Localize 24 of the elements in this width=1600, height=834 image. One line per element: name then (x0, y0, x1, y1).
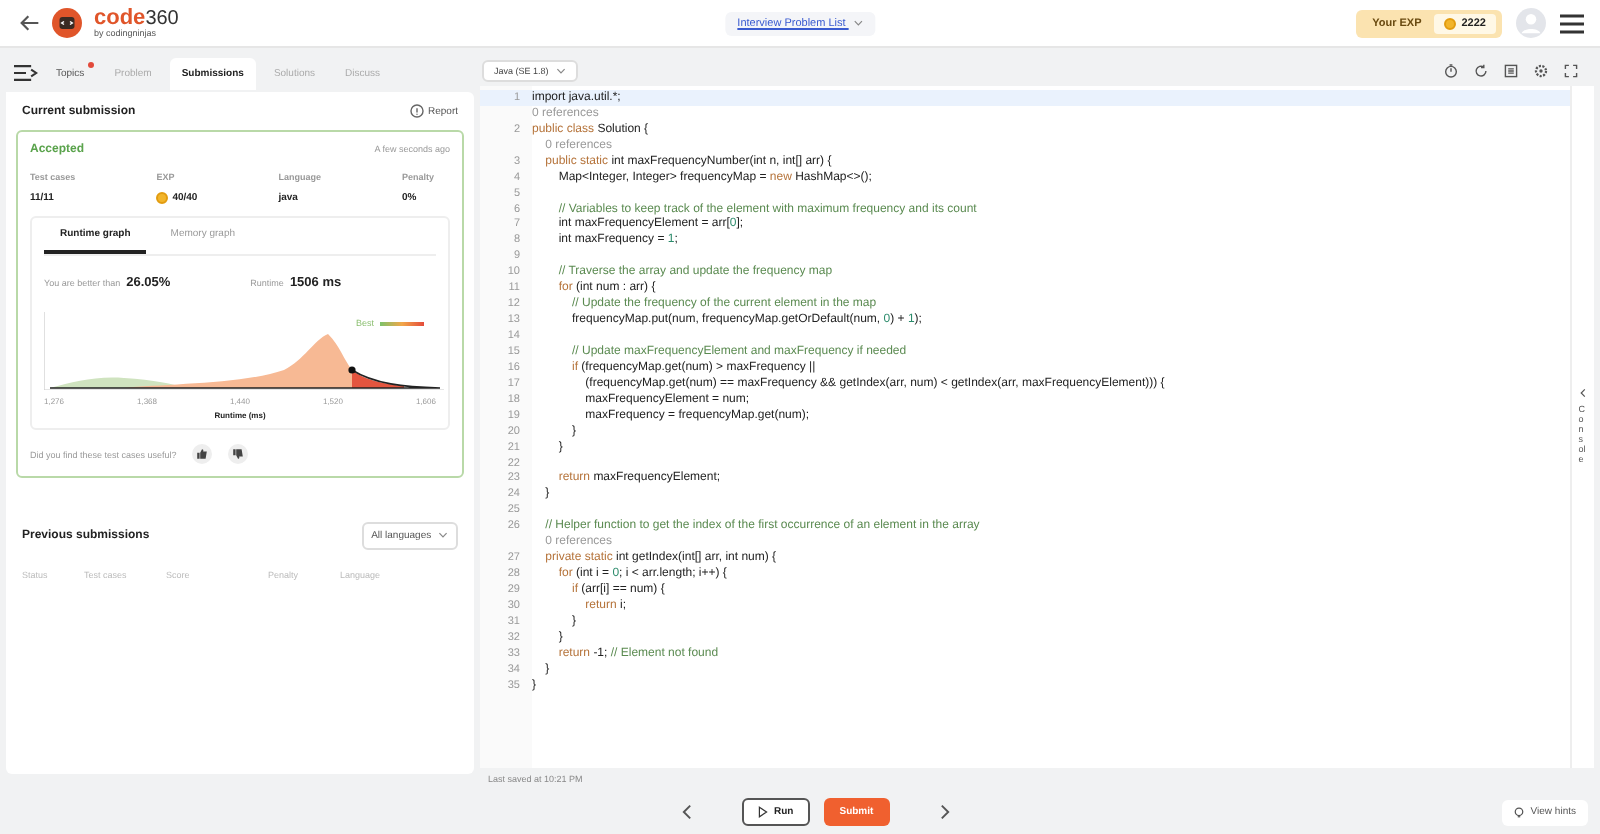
coin-icon (156, 192, 169, 204)
timer-icon[interactable] (1444, 63, 1458, 77)
logo-wordmark: code (94, 7, 146, 30)
logo-number: 360 (145, 9, 179, 30)
chevron-down-icon (852, 19, 863, 26)
notes-icon[interactable] (1504, 63, 1518, 77)
chevron-left-icon (1580, 388, 1586, 399)
lightbulb-icon (1514, 805, 1525, 819)
back-arrow-icon[interactable] (20, 14, 40, 32)
fullscreen-icon[interactable] (1564, 63, 1578, 77)
thumbs-up-button[interactable] (192, 444, 213, 464)
play-icon (758, 806, 768, 818)
info-icon (409, 104, 424, 118)
thumbs-up-icon (196, 448, 209, 460)
coin-icon (1443, 17, 1456, 29)
chevron-down-icon (438, 532, 448, 539)
settings-icon[interactable] (1534, 63, 1548, 77)
refresh-icon[interactable] (1474, 63, 1488, 77)
menu-icon[interactable] (1560, 13, 1584, 33)
logo-icon (52, 8, 82, 38)
thumbs-down-icon (232, 448, 245, 460)
thumbs-down-button[interactable] (228, 444, 249, 464)
sidebar-toggle-icon[interactable] (14, 64, 38, 82)
chevron-down-icon (555, 67, 566, 74)
